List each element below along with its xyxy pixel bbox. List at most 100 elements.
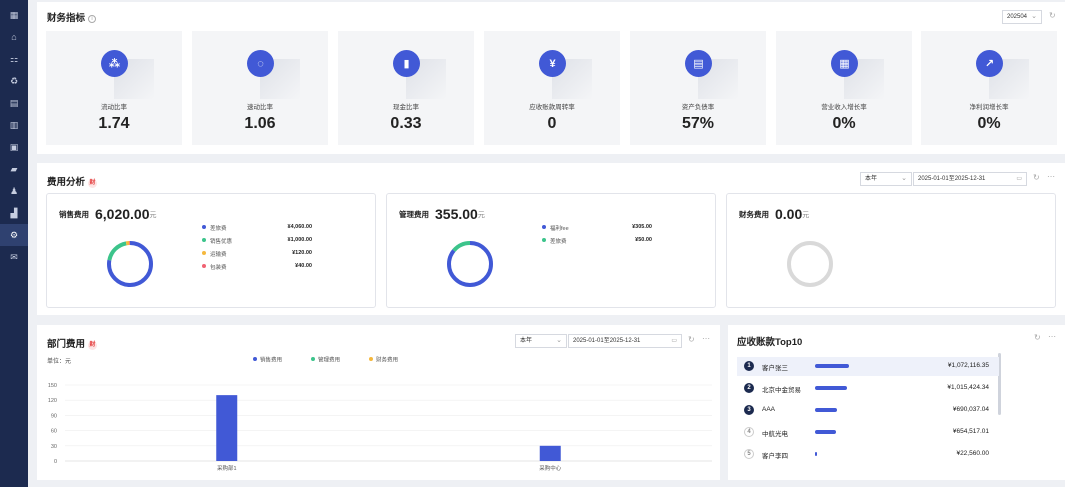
kpi-tile: ⁂ 流动比率 1.74 <box>46 31 182 145</box>
home-icon[interactable]: ⌂ <box>0 26 28 48</box>
expense-dates-value: 2025-01-01至2025-12-31 <box>918 176 986 182</box>
org-icon[interactable]: ⚏ <box>0 48 28 70</box>
admin-expense-card: 管理费用 355.00元 <box>386 193 716 308</box>
y-tick-label: 120 <box>48 398 57 404</box>
legend-dot <box>202 264 206 268</box>
people-icon[interactable]: ♟ <box>0 180 28 202</box>
legend-value: ¥4,060.00 <box>287 224 312 230</box>
network-icon: ⁂ <box>101 50 128 77</box>
legend-item: 运输费 <box>202 250 227 258</box>
bill-icon: ▤ <box>685 50 712 77</box>
finance-tag: 财 <box>88 179 98 188</box>
x-tick-label: 采购中心 <box>539 464 562 472</box>
amount-bar <box>815 430 836 434</box>
kpi-value: 0% <box>832 115 856 132</box>
legend-dot <box>369 357 373 361</box>
dept-bar-chart: 销售费用 管理费用 财务费用 150 120 90 60 30 0 采购部1 采购中心 <box>48 356 712 472</box>
rank-badge: 2 <box>744 383 754 393</box>
legend-item: 包装费 <box>202 263 227 271</box>
legend-dot <box>542 225 546 229</box>
kpi-tile: ¥ 应收账款周转率 0 <box>484 31 620 145</box>
rank-badge: 3 <box>744 405 754 415</box>
more-icon[interactable]: ⋯ <box>1047 172 1055 181</box>
customer-name: AAA <box>762 406 776 413</box>
calendar-icon: ▭ <box>1016 176 1022 182</box>
kpi-value: 1.74 <box>98 115 130 132</box>
ar-row[interactable]: 2 北京中金贸易 ¥1,015,424.34 <box>737 379 999 398</box>
kpi-label: 速动比率 <box>247 104 273 111</box>
info-icon[interactable]: i <box>88 15 97 23</box>
dept-date-range[interactable]: 2025-01-01至2025-12-31 ▭ <box>568 334 682 348</box>
finance-expense-donut <box>787 241 833 287</box>
legend-label: 差旅费 <box>550 239 567 245</box>
refresh-icon[interactable]: ↻ <box>1034 333 1041 342</box>
trend-icon: ↗ <box>976 50 1003 77</box>
ar-amount: ¥1,072,116.35 <box>947 362 989 369</box>
sales-expense-unit: 元 <box>149 212 157 219</box>
mail-icon[interactable]: ✉ <box>0 246 28 268</box>
more-icon[interactable]: ⋯ <box>1048 332 1056 341</box>
sales-expense-donut <box>107 241 153 287</box>
settings-icon[interactable]: ⚙ <box>0 224 28 246</box>
ledger-icon[interactable]: ▥ <box>0 114 28 136</box>
legend-label: 财务费用 <box>376 356 398 364</box>
legend-label: 包装费 <box>210 265 227 271</box>
x-tick-label: 采购部1 <box>217 464 237 472</box>
legend-item: 销售优惠 <box>202 237 232 245</box>
kpi-label: 资产负债率 <box>681 104 715 111</box>
kpi-value: 0.33 <box>390 115 422 132</box>
kpi-value: 1.06 <box>244 115 276 132</box>
legend-dot <box>202 251 206 255</box>
ar-row[interactable]: 4 中航光电 ¥654,517.01 <box>737 423 999 442</box>
admin-expense-amount: 355.00 <box>435 206 478 222</box>
dept-range-value: 本年 <box>520 338 533 344</box>
kpi-label: 净利润增长率 <box>969 104 1009 111</box>
admin-expense-donut <box>447 241 493 287</box>
expense-title: 费用分析 <box>47 177 86 188</box>
refresh-icon[interactable]: ↻ <box>1049 11 1056 20</box>
report-icon[interactable]: ▟ <box>0 202 28 224</box>
kpi-label: 现金比率 <box>393 104 419 111</box>
expense-date-range[interactable]: 2025-01-01至2025-12-31 ▭ <box>913 172 1027 186</box>
money-icon[interactable]: ♻ <box>0 70 28 92</box>
kpi-value: 0% <box>977 115 1001 132</box>
kpi-value: 57% <box>681 115 715 132</box>
chevron-down-icon: ⌄ <box>556 337 562 344</box>
legend-dot <box>542 238 546 242</box>
customer-name: 客户李四 <box>762 453 788 460</box>
kpi-tile: ▦ 营业收入增长率 0% <box>776 31 912 145</box>
amount-bar <box>815 452 817 456</box>
period-select[interactable]: 202504 ⌄ <box>1002 10 1042 24</box>
calendar-icon: ▭ <box>671 338 677 344</box>
ar-title: 应收账款Top10 <box>737 337 803 348</box>
bar-chart-icon: ▮ <box>393 50 420 77</box>
legend-dot <box>253 357 257 361</box>
ar-row[interactable]: 5 客户李四 ¥22,560.00 <box>737 445 999 464</box>
bar[interactable] <box>539 445 561 461</box>
folder-icon[interactable]: ▰ <box>0 158 28 180</box>
sidebar: ▦ ⌂ ⚏ ♻ ▤ ▥ ▣ ▰ ♟ ▟ ⚙ ✉ <box>0 0 28 487</box>
legend-item: 差旅费 <box>542 237 567 245</box>
kpi-tile: ◌ 速动比率 1.06 <box>192 31 328 145</box>
expense-range-select[interactable]: 本年 ⌄ <box>860 172 912 186</box>
invoice-icon[interactable]: ▣ <box>0 136 28 158</box>
ar-row[interactable]: 1 客户张三 ¥1,072,116.35 <box>737 357 999 376</box>
refresh-icon[interactable]: ↻ <box>1033 173 1040 182</box>
legend-value: ¥50.00 <box>635 237 652 243</box>
legend-dot <box>202 225 206 229</box>
legend-label: 管理费用 <box>318 356 340 364</box>
ar-row[interactable]: 3 AAA ¥690,037.04 <box>737 401 999 420</box>
empty-ring <box>787 241 833 287</box>
finance-expense-unit: 元 <box>802 212 810 219</box>
legend-label: 销售优惠 <box>210 239 233 245</box>
sales-expense-amount: 6,020.00 <box>95 206 150 222</box>
dept-panel: 部门费用财 单位：元 本年 ⌄ 2025-01-01至2025-12-31 ▭ ↻ … <box>37 325 720 480</box>
bar[interactable] <box>216 395 238 461</box>
refresh-icon[interactable]: ↻ <box>688 335 695 344</box>
legend-label: 福利fee <box>550 226 569 232</box>
grid-icon[interactable]: ▦ <box>0 4 28 26</box>
dept-range-select[interactable]: 本年 ⌄ <box>515 334 567 348</box>
legend-value: ¥1,000.00 <box>287 237 312 243</box>
receipt-icon[interactable]: ▤ <box>0 92 28 114</box>
more-icon[interactable]: ⋯ <box>702 334 710 343</box>
